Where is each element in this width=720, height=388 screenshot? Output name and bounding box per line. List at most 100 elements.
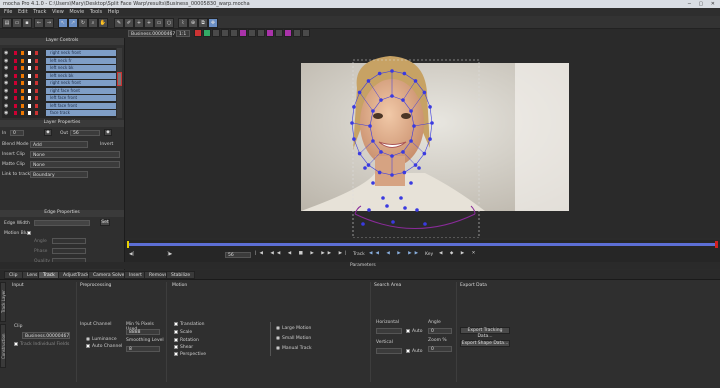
- edge-set-button[interactable]: Set: [100, 219, 110, 226]
- menu-track[interactable]: Track: [33, 9, 46, 15]
- track-point[interactable]: [415, 208, 419, 212]
- tab-clip[interactable]: Clip: [4, 271, 23, 279]
- timeline-track-bar[interactable]: [127, 243, 717, 246]
- vertical-auto-checkbox[interactable]: [406, 349, 410, 353]
- color-channel-icon[interactable]: [194, 29, 202, 37]
- perspective-checkbox[interactable]: [174, 352, 178, 356]
- stabilize-view-icon[interactable]: [266, 29, 274, 37]
- layer-row[interactable]: ◉ left face front: [2, 102, 116, 109]
- camera-icon[interactable]: [302, 29, 310, 37]
- show-layers-icon[interactable]: [203, 29, 211, 37]
- circle-spline-icon[interactable]: ○: [164, 18, 174, 28]
- grid-icon[interactable]: [248, 29, 256, 37]
- layer-toggle-icon[interactable]: [14, 66, 17, 70]
- track-point[interactable]: [390, 94, 394, 98]
- tab-track[interactable]: Track: [38, 271, 60, 279]
- layer-row[interactable]: ◉ left neck fr: [2, 57, 116, 64]
- layer-name[interactable]: right neck front: [46, 50, 116, 56]
- track-point[interactable]: [390, 154, 394, 158]
- tab-stabilize[interactable]: Stabilize: [166, 271, 196, 279]
- track-point[interactable]: [385, 204, 389, 208]
- new-project-icon[interactable]: ▤: [2, 18, 12, 28]
- track-point[interactable]: [428, 137, 432, 141]
- layer-row[interactable]: ◉ right neck front: [2, 80, 116, 86]
- viewer-canvas[interactable]: [125, 38, 720, 239]
- track-point[interactable]: [368, 124, 372, 128]
- track-point[interactable]: [409, 109, 413, 113]
- layer-name[interactable]: right neck front: [46, 80, 116, 86]
- vtab-track-layer[interactable]: Track Layer: [0, 282, 6, 322]
- export-tracking-button[interactable]: Export Tracking Data...: [460, 327, 510, 339]
- track-point[interactable]: [361, 222, 365, 226]
- angle-param-field[interactable]: 0: [428, 328, 452, 334]
- layer-toggle-icon[interactable]: [21, 66, 24, 70]
- play-buttons[interactable]: |◀ ◀◀ ◀ ■ ▶ ▶▶ ▶|: [255, 251, 350, 256]
- track-point[interactable]: [357, 90, 362, 95]
- scale-checkbox[interactable]: [174, 330, 178, 334]
- visibility-eye-icon[interactable]: ◉: [4, 95, 10, 101]
- add-point-icon[interactable]: ⊕: [188, 18, 198, 28]
- layer-row[interactable]: ◉ left face front: [2, 95, 116, 101]
- vertical-field[interactable]: [376, 348, 402, 354]
- visibility-eye-icon[interactable]: ◉: [4, 103, 10, 109]
- menu-movie[interactable]: Movie: [69, 9, 84, 15]
- layer-toggle-icon[interactable]: [14, 51, 17, 55]
- set-in-button[interactable]: ◆: [44, 129, 52, 136]
- overlay-icon[interactable]: [275, 29, 283, 37]
- playhead[interactable]: [715, 241, 718, 248]
- visibility-eye-icon[interactable]: ◉: [4, 50, 10, 56]
- visibility-eye-icon[interactable]: ◉: [4, 73, 10, 79]
- track-point[interactable]: [377, 170, 382, 175]
- layer-toggle-icon[interactable]: [21, 81, 24, 85]
- layer-toggle-icon[interactable]: [21, 58, 24, 63]
- track-point[interactable]: [402, 71, 407, 76]
- rotation-checkbox[interactable]: [174, 338, 178, 342]
- layer-toggle-icon[interactable]: [14, 88, 17, 93]
- out-field[interactable]: 56: [70, 130, 100, 136]
- link-track-dropdown[interactable]: Boundary: [30, 171, 88, 178]
- track-point[interactable]: [399, 196, 403, 200]
- blend-mode-dropdown[interactable]: Add: [30, 141, 88, 148]
- open-icon[interactable]: ▭: [12, 18, 22, 28]
- visibility-eye-icon[interactable]: ◉: [4, 110, 10, 116]
- add-x-spline-icon[interactable]: +: [134, 18, 144, 28]
- horizontal-field[interactable]: [376, 328, 402, 334]
- menu-file[interactable]: File: [4, 9, 12, 15]
- layer-toggle-icon[interactable]: [14, 73, 17, 78]
- track-point[interactable]: [390, 173, 394, 177]
- track-point[interactable]: [371, 181, 375, 185]
- layer-row[interactable]: ◉ left neck bk: [2, 72, 116, 79]
- track-point[interactable]: [423, 222, 427, 226]
- track-point[interactable]: [357, 151, 362, 156]
- track-point[interactable]: [371, 139, 375, 143]
- layer-toggle-icon[interactable]: [35, 96, 38, 100]
- insert-clip-icon[interactable]: ⧉: [198, 18, 208, 28]
- track-point[interactable]: [430, 121, 434, 125]
- layer-toggle-icon[interactable]: [28, 96, 31, 100]
- splines-icon[interactable]: [221, 29, 229, 37]
- track-point[interactable]: [401, 98, 405, 102]
- layer-toggle-icon[interactable]: [35, 73, 38, 78]
- layer-toggle-icon[interactable]: [21, 88, 24, 93]
- trackmatte-icon[interactable]: [293, 29, 301, 37]
- neck-spline[interactable]: [354, 213, 476, 229]
- insert-clip-dropdown[interactable]: None: [30, 151, 120, 158]
- window-controls[interactable]: ─ ▢ ✕: [688, 1, 718, 7]
- min-pixels-field[interactable]: 8888: [126, 329, 160, 335]
- scrollbar-thumb[interactable]: [117, 72, 122, 86]
- track-point[interactable]: [401, 150, 405, 154]
- layer-list-scrollbar[interactable]: [117, 48, 122, 118]
- track-individual-checkbox[interactable]: [14, 342, 18, 346]
- in-field[interactable]: 0: [10, 130, 24, 136]
- layer-toggle-icon[interactable]: [35, 81, 38, 85]
- warp-icon[interactable]: [284, 29, 292, 37]
- layer-name[interactable]: right face front: [46, 87, 116, 94]
- magnetic-spline-icon[interactable]: ⌇: [178, 18, 188, 28]
- track-point[interactable]: [413, 79, 418, 83]
- smoothing-field[interactable]: 8: [126, 346, 160, 352]
- clip-dropdown[interactable]: Business.00000467: [128, 30, 175, 37]
- layer-toggle-icon[interactable]: [14, 58, 17, 63]
- layer-toggle-icon[interactable]: [28, 73, 31, 78]
- layer-toggle-icon[interactable]: [35, 103, 38, 108]
- menu-edit[interactable]: Edit: [18, 9, 28, 15]
